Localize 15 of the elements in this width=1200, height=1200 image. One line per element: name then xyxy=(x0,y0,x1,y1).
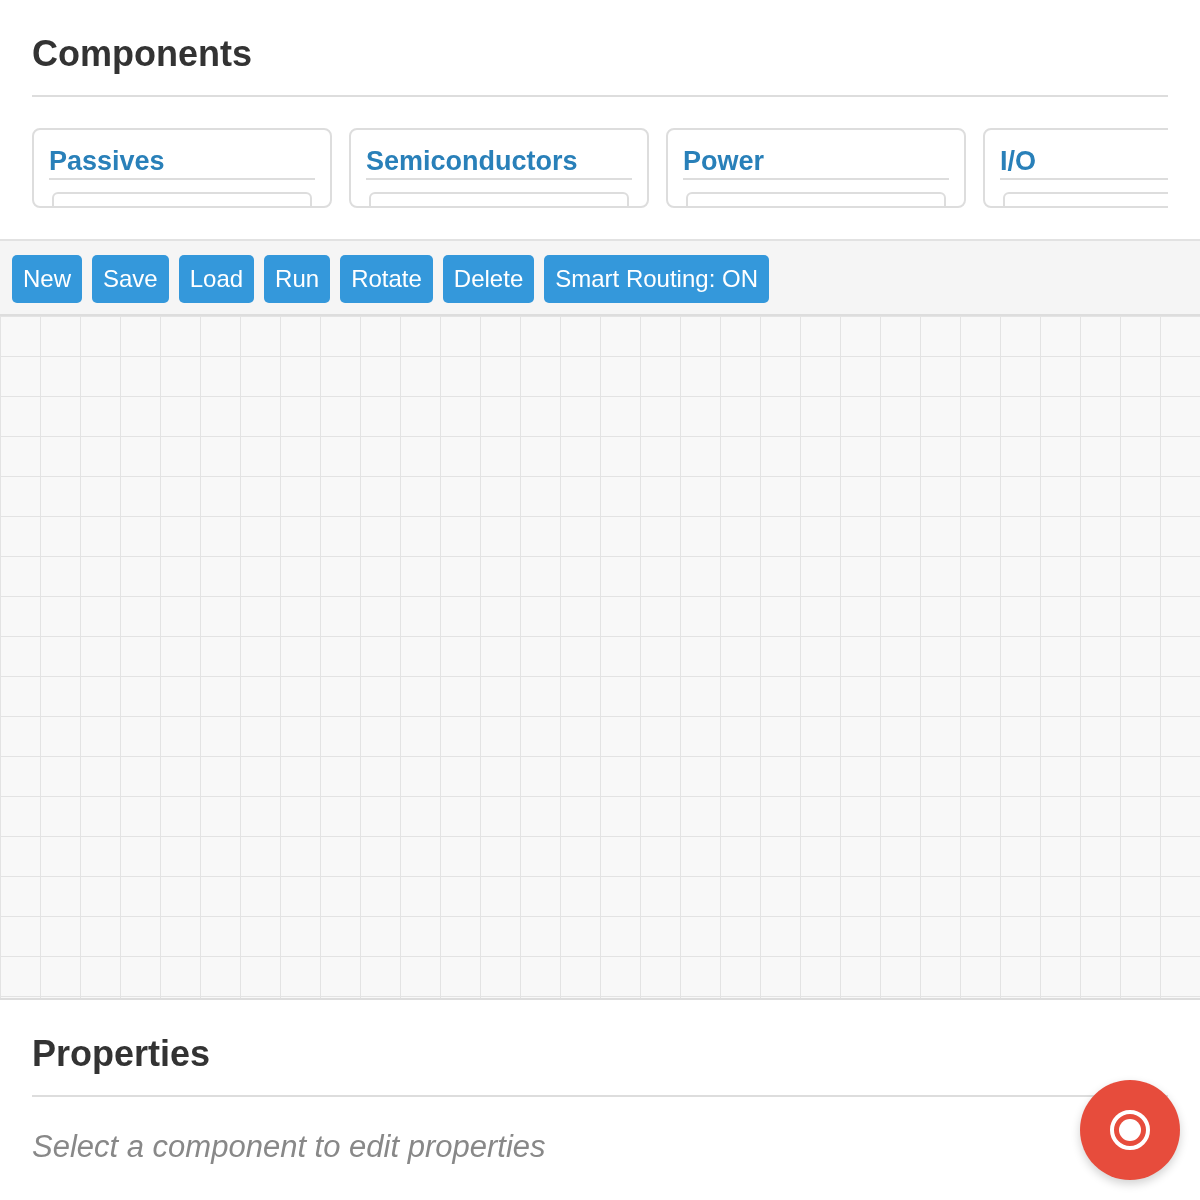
category-title: Semiconductors xyxy=(366,130,632,180)
category-title: I/O xyxy=(1000,130,1168,180)
toolbar-button[interactable]: Rotate xyxy=(340,254,433,303)
toolbar-button[interactable]: Delete xyxy=(442,254,535,303)
toolbar-button[interactable]: Load xyxy=(178,254,255,303)
toolbar-button[interactable]: Smart Routing: ON xyxy=(544,254,769,303)
floating-action-button[interactable] xyxy=(1080,1080,1180,1180)
category-title: Passives xyxy=(49,130,315,180)
ring-icon xyxy=(1110,1110,1150,1150)
toolbar-button[interactable]: Run xyxy=(264,254,331,303)
toolbar-button[interactable]: New xyxy=(12,254,82,303)
section-heading: Components xyxy=(32,32,1168,97)
toolbar-button[interactable]: Save xyxy=(92,254,169,303)
category-title: Power xyxy=(683,130,949,180)
empty-state-message: Select a component to edit properties xyxy=(32,1129,546,1165)
